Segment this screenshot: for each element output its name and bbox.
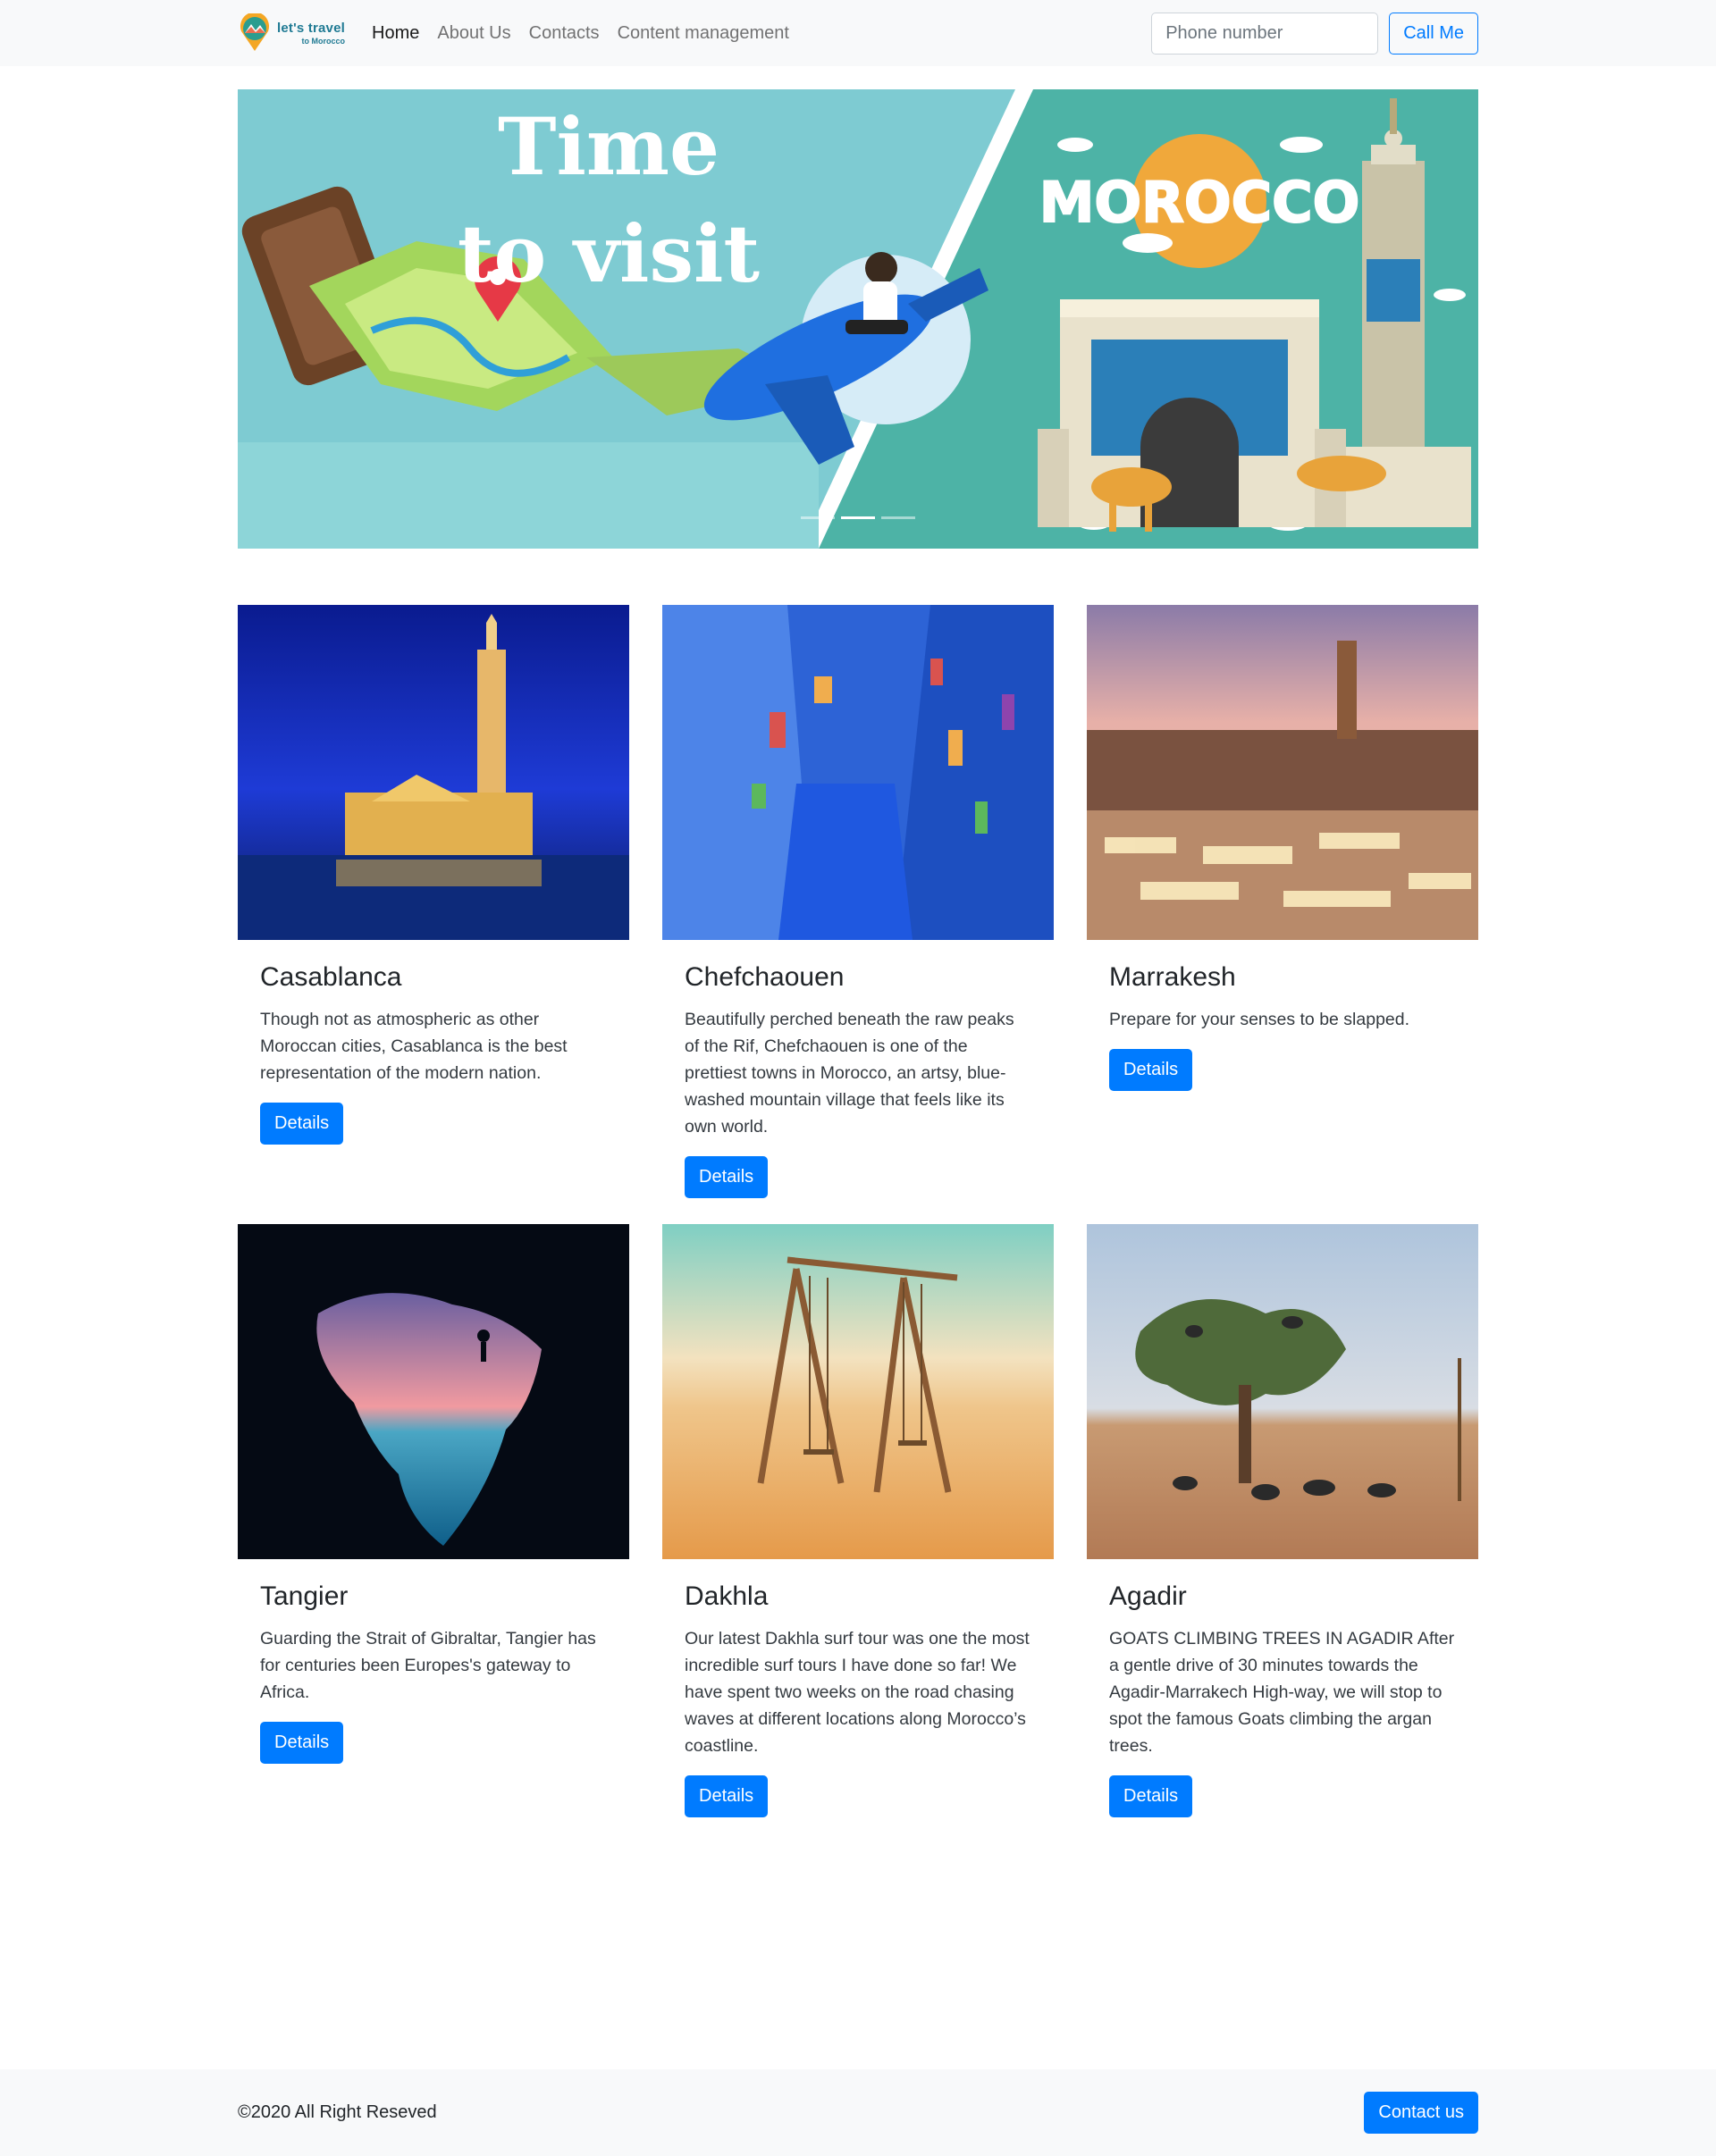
phone-number-input[interactable] bbox=[1151, 12, 1379, 55]
details-button[interactable]: Details bbox=[685, 1775, 769, 1817]
card-text: Our latest Dakhla surf tour was one the … bbox=[685, 1629, 1030, 1756]
brand-logo[interactable]: let's travel to Morocco bbox=[238, 12, 354, 55]
details-button[interactable]: Details bbox=[260, 1722, 344, 1764]
card-marrakesh: Marrakesh Prepare for your senses to be … bbox=[1087, 605, 1478, 1091]
nav-links: Home About Us Contacts Content managemen… bbox=[372, 23, 807, 44]
card-body: Tangier Guarding the Strait of Gibraltar… bbox=[238, 1559, 629, 1764]
map-pin-logo-icon bbox=[240, 13, 269, 51]
nav-link-about-us[interactable]: About Us bbox=[437, 23, 510, 44]
marrakesh-image bbox=[1087, 605, 1478, 940]
carousel-indicator[interactable] bbox=[801, 516, 835, 519]
nav-link-contacts[interactable]: Contacts bbox=[529, 23, 600, 44]
contact-us-button[interactable]: Contact us bbox=[1364, 2092, 1478, 2134]
footer-container: ©2020 All Right Reseved Contact us bbox=[238, 2069, 1478, 2156]
nav-link-home[interactable]: Home bbox=[372, 23, 419, 44]
card-title: Agadir bbox=[1109, 1581, 1187, 1611]
card-dakhla: Dakhla Our latest Dakhla surf tour was o… bbox=[662, 1224, 1054, 1817]
card-tangier: Tangier Guarding the Strait of Gibraltar… bbox=[238, 1224, 629, 1764]
details-button[interactable]: Details bbox=[685, 1156, 769, 1198]
card-body: Agadir GOATS CLIMBING TREES IN AGADIR Af… bbox=[1087, 1559, 1478, 1817]
card-body: Dakhla Our latest Dakhla surf tour was o… bbox=[662, 1559, 1054, 1817]
details-button[interactable]: Details bbox=[260, 1103, 344, 1145]
card-body: Marrakesh Prepare for your senses to be … bbox=[1087, 940, 1478, 1091]
card-title: Dakhla bbox=[685, 1581, 769, 1611]
card-body: Chefchaouen Beautifully perched beneath … bbox=[662, 940, 1054, 1198]
chefchaouen-image bbox=[662, 605, 1054, 940]
hero-carousel[interactable]: Time to visit MOROCCO bbox=[238, 89, 1478, 549]
casablanca-image bbox=[238, 605, 629, 940]
carousel-indicators[interactable] bbox=[801, 516, 915, 519]
card-chefchaouen: Chefchaouen Beautifully perched beneath … bbox=[662, 605, 1054, 1198]
hero-headline-to-visit: to visit bbox=[458, 207, 761, 300]
carousel-indicator-active[interactable] bbox=[841, 516, 875, 519]
nav-link-content-management[interactable]: Content management bbox=[618, 23, 789, 44]
call-me-form: Call Me bbox=[1151, 12, 1478, 55]
card-agadir: Agadir GOATS CLIMBING TREES IN AGADIR Af… bbox=[1087, 1224, 1478, 1817]
brand-text: let's travel to Morocco bbox=[277, 21, 345, 46]
agadir-image bbox=[1087, 1224, 1478, 1559]
hero-country-text: MOROCCO bbox=[1039, 170, 1360, 235]
hero-banner-illustration: Time to visit MOROCCO bbox=[238, 89, 1478, 549]
brand-tagline: to Morocco bbox=[301, 36, 346, 46]
details-button[interactable]: Details bbox=[1109, 1049, 1193, 1091]
tangier-image bbox=[238, 1224, 629, 1559]
card-title: Marrakesh bbox=[1109, 962, 1236, 992]
card-title: Chefchaouen bbox=[685, 962, 845, 992]
details-button[interactable]: Details bbox=[1109, 1775, 1193, 1817]
card-text: Beautifully perched beneath the raw peak… bbox=[685, 1010, 1014, 1137]
card-text: Though not as atmospheric as other Moroc… bbox=[260, 1010, 568, 1083]
page-footer: ©2020 All Right Reseved Contact us bbox=[0, 2069, 1716, 2156]
dakhla-image bbox=[662, 1224, 1054, 1559]
top-navbar: let's travel to Morocco Home About Us Co… bbox=[0, 0, 1716, 66]
navbar-container: let's travel to Morocco Home About Us Co… bbox=[238, 0, 1478, 66]
brand-name: let's travel bbox=[277, 20, 346, 36]
card-casablanca: Casablanca Though not as atmospheric as … bbox=[238, 605, 629, 1145]
card-text: Prepare for your senses to be slapped. bbox=[1109, 1010, 1410, 1029]
hero-headline-time: Time bbox=[498, 100, 719, 193]
call-me-button[interactable]: Call Me bbox=[1389, 12, 1478, 55]
card-text: Guarding the Strait of Gibraltar, Tangie… bbox=[260, 1629, 596, 1702]
copyright-text: ©2020 All Right Reseved bbox=[238, 2102, 437, 2122]
card-title: Tangier bbox=[260, 1581, 349, 1611]
carousel-indicator[interactable] bbox=[881, 516, 915, 519]
card-text: GOATS CLIMBING TREES IN AGADIR After a g… bbox=[1109, 1629, 1455, 1756]
card-body: Casablanca Though not as atmospheric as … bbox=[238, 940, 629, 1145]
moroccan-gate-icon bbox=[1038, 299, 1346, 527]
card-title: Casablanca bbox=[260, 962, 402, 992]
